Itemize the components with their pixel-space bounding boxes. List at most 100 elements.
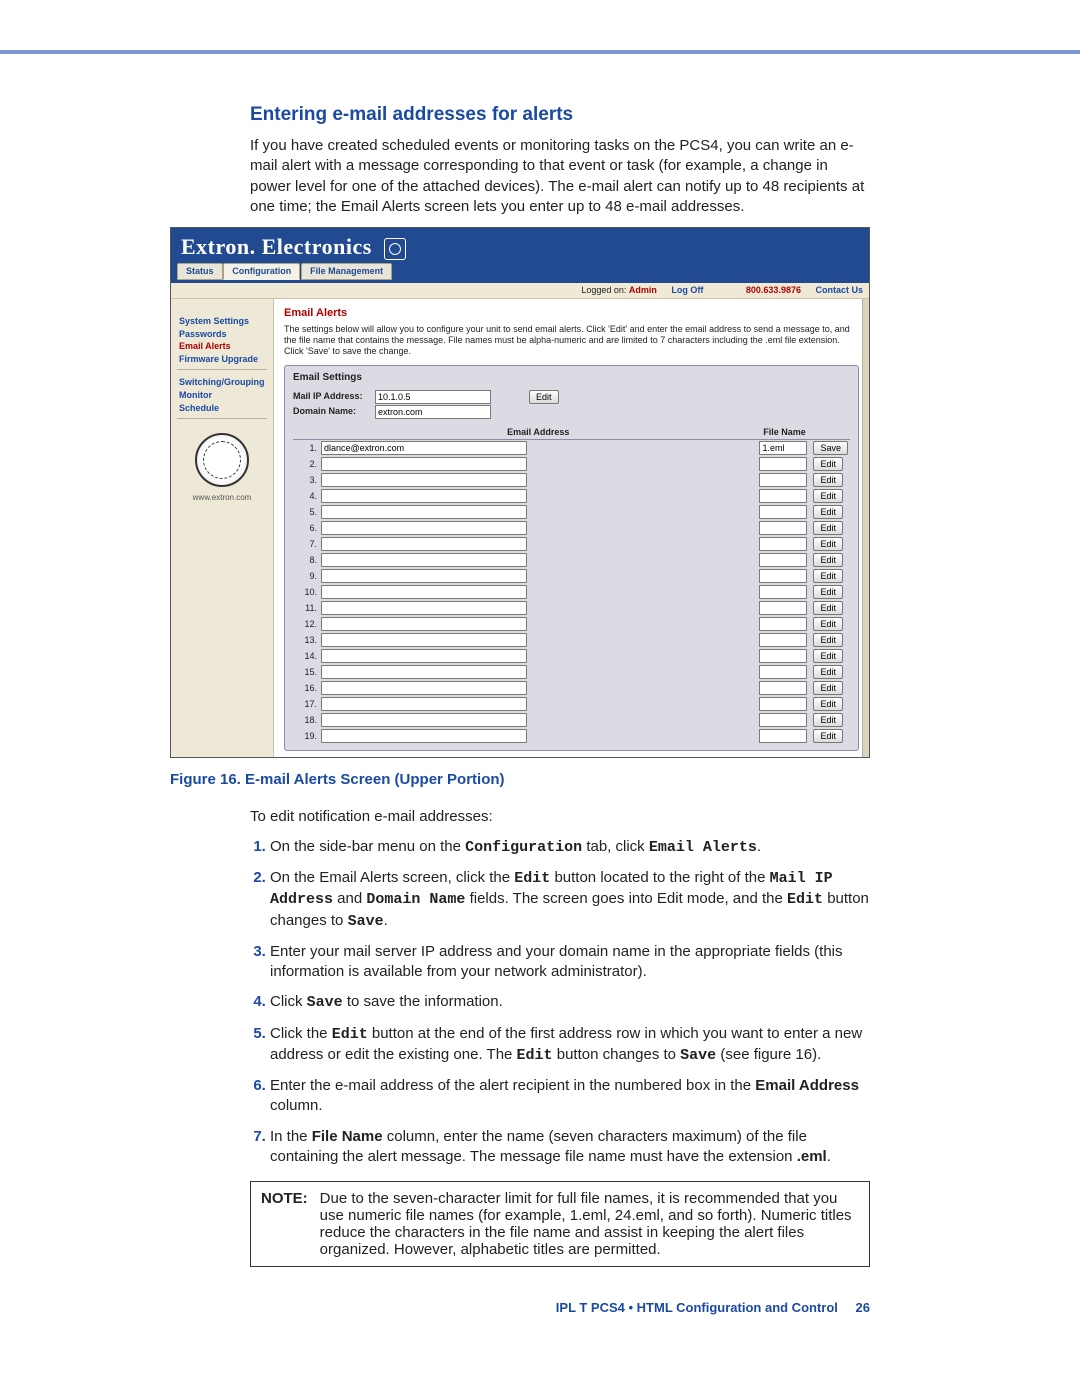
row-number: 15.	[293, 664, 319, 680]
document-page: Entering e-mail addresses for alerts If …	[0, 0, 1080, 1327]
email-input[interactable]	[321, 441, 527, 455]
file-input[interactable]	[759, 633, 807, 647]
email-input[interactable]	[321, 489, 527, 503]
row-action-button[interactable]: Save	[813, 441, 848, 455]
tab-status[interactable]: Status	[177, 263, 223, 280]
file-input[interactable]	[759, 505, 807, 519]
table-row: 7.Edit	[293, 536, 850, 552]
step-1: On the side-bar menu on the Configuratio…	[270, 837, 870, 858]
email-input[interactable]	[321, 553, 527, 567]
row-action-button[interactable]: Edit	[813, 473, 843, 487]
sidebar-item-monitor[interactable]: Monitor	[179, 389, 267, 402]
email-input[interactable]	[321, 713, 527, 727]
body-text: Entering e-mail addresses for alerts If …	[250, 104, 870, 217]
row-action-button[interactable]: Edit	[813, 697, 843, 711]
row-action-button[interactable]: Edit	[813, 505, 843, 519]
row-action-button[interactable]: Edit	[813, 521, 843, 535]
page-top-rule	[0, 0, 1080, 54]
table-row: 6.Edit	[293, 520, 850, 536]
email-settings-panel: Email Settings Mail IP Address: Edit Dom…	[284, 365, 859, 752]
file-input[interactable]	[759, 585, 807, 599]
email-input[interactable]	[321, 649, 527, 663]
tab-file-management[interactable]: File Management	[301, 263, 392, 280]
file-input[interactable]	[759, 649, 807, 663]
row-action-button[interactable]: Edit	[813, 537, 843, 551]
row-number: 17.	[293, 696, 319, 712]
row-action-button[interactable]: Edit	[813, 489, 843, 503]
row-action-button[interactable]: Edit	[813, 601, 843, 615]
sidebar-group-config: System Settings Passwords Email Alerts F…	[177, 311, 267, 370]
sidebar-item-passwords[interactable]: Passwords	[179, 328, 267, 341]
email-input[interactable]	[321, 665, 527, 679]
row-action-button[interactable]: Edit	[813, 681, 843, 695]
row-action-button[interactable]: Edit	[813, 553, 843, 567]
col-email: Email Address	[319, 425, 757, 440]
table-row: 2.Edit	[293, 456, 850, 472]
sidebar-item-system-settings[interactable]: System Settings	[179, 315, 267, 328]
table-row: 13.Edit	[293, 632, 850, 648]
email-input[interactable]	[321, 729, 527, 743]
email-input[interactable]	[321, 681, 527, 695]
email-input[interactable]	[321, 617, 527, 631]
file-input[interactable]	[759, 617, 807, 631]
file-input[interactable]	[759, 569, 807, 583]
file-input[interactable]	[759, 713, 807, 727]
row-action-button[interactable]: Edit	[813, 649, 843, 663]
table-row: 19. Edit	[293, 728, 850, 744]
row-action-button[interactable]: Edit	[813, 457, 843, 471]
row-number: 19.	[293, 728, 319, 744]
file-input[interactable]	[759, 665, 807, 679]
email-input[interactable]	[321, 569, 527, 583]
row-action-button[interactable]: Edit	[813, 569, 843, 583]
file-input[interactable]	[759, 521, 807, 535]
row-number: 16.	[293, 680, 319, 696]
email-input[interactable]	[321, 585, 527, 599]
file-input[interactable]	[759, 601, 807, 615]
row-action-button[interactable]: Edit	[813, 633, 843, 647]
contact-us-link[interactable]: Contact Us	[815, 285, 863, 295]
tab-configuration[interactable]: Configuration	[223, 263, 300, 280]
app-screenshot: Extron. Electronics Status Configuration…	[170, 227, 870, 758]
scrollbar[interactable]	[862, 299, 869, 757]
file-input[interactable]	[759, 441, 807, 455]
email-input[interactable]	[321, 457, 527, 471]
file-input[interactable]	[759, 473, 807, 487]
file-input[interactable]	[759, 457, 807, 471]
email-input[interactable]	[321, 473, 527, 487]
table-row: 9.Edit	[293, 568, 850, 584]
file-input[interactable]	[759, 537, 807, 551]
sidebar-url: www.extron.com	[177, 493, 267, 503]
domain-input[interactable]	[375, 405, 491, 419]
sidebar-item-email-alerts[interactable]: Email Alerts	[179, 340, 267, 353]
file-input[interactable]	[759, 729, 807, 743]
table-row: 11.Edit	[293, 600, 850, 616]
brand-logo-icon	[384, 238, 406, 260]
sidebar-item-firmware-upgrade[interactable]: Firmware Upgrade	[179, 353, 267, 366]
mail-ip-input[interactable]	[375, 390, 491, 404]
file-input[interactable]	[759, 697, 807, 711]
row-action-button[interactable]: Edit	[813, 617, 843, 631]
file-input[interactable]	[759, 681, 807, 695]
main-pane: Email Alerts The settings below will all…	[273, 299, 869, 757]
edit-settings-button[interactable]: Edit	[529, 390, 559, 404]
phone-number: 800.633.9876	[746, 285, 801, 295]
table-row: 3.Edit	[293, 472, 850, 488]
email-input[interactable]	[321, 537, 527, 551]
sidebar-item-schedule[interactable]: Schedule	[179, 402, 267, 415]
brand-text: Extron. Electronics	[181, 234, 372, 259]
row-action-button[interactable]: Edit	[813, 729, 843, 743]
file-input[interactable]	[759, 553, 807, 567]
email-input[interactable]	[321, 601, 527, 615]
step-list: On the side-bar menu on the Configuratio…	[250, 837, 870, 1167]
email-input[interactable]	[321, 697, 527, 711]
sidebar-item-switching[interactable]: Switching/Grouping	[179, 376, 267, 389]
email-input[interactable]	[321, 505, 527, 519]
logoff-link[interactable]: Log Off	[671, 285, 703, 295]
email-input[interactable]	[321, 521, 527, 535]
row-action-button[interactable]: Edit	[813, 585, 843, 599]
row-action-button[interactable]: Edit	[813, 713, 843, 727]
file-input[interactable]	[759, 489, 807, 503]
row-action-button[interactable]: Edit	[813, 665, 843, 679]
email-input[interactable]	[321, 633, 527, 647]
app-header: Extron. Electronics	[171, 228, 869, 263]
